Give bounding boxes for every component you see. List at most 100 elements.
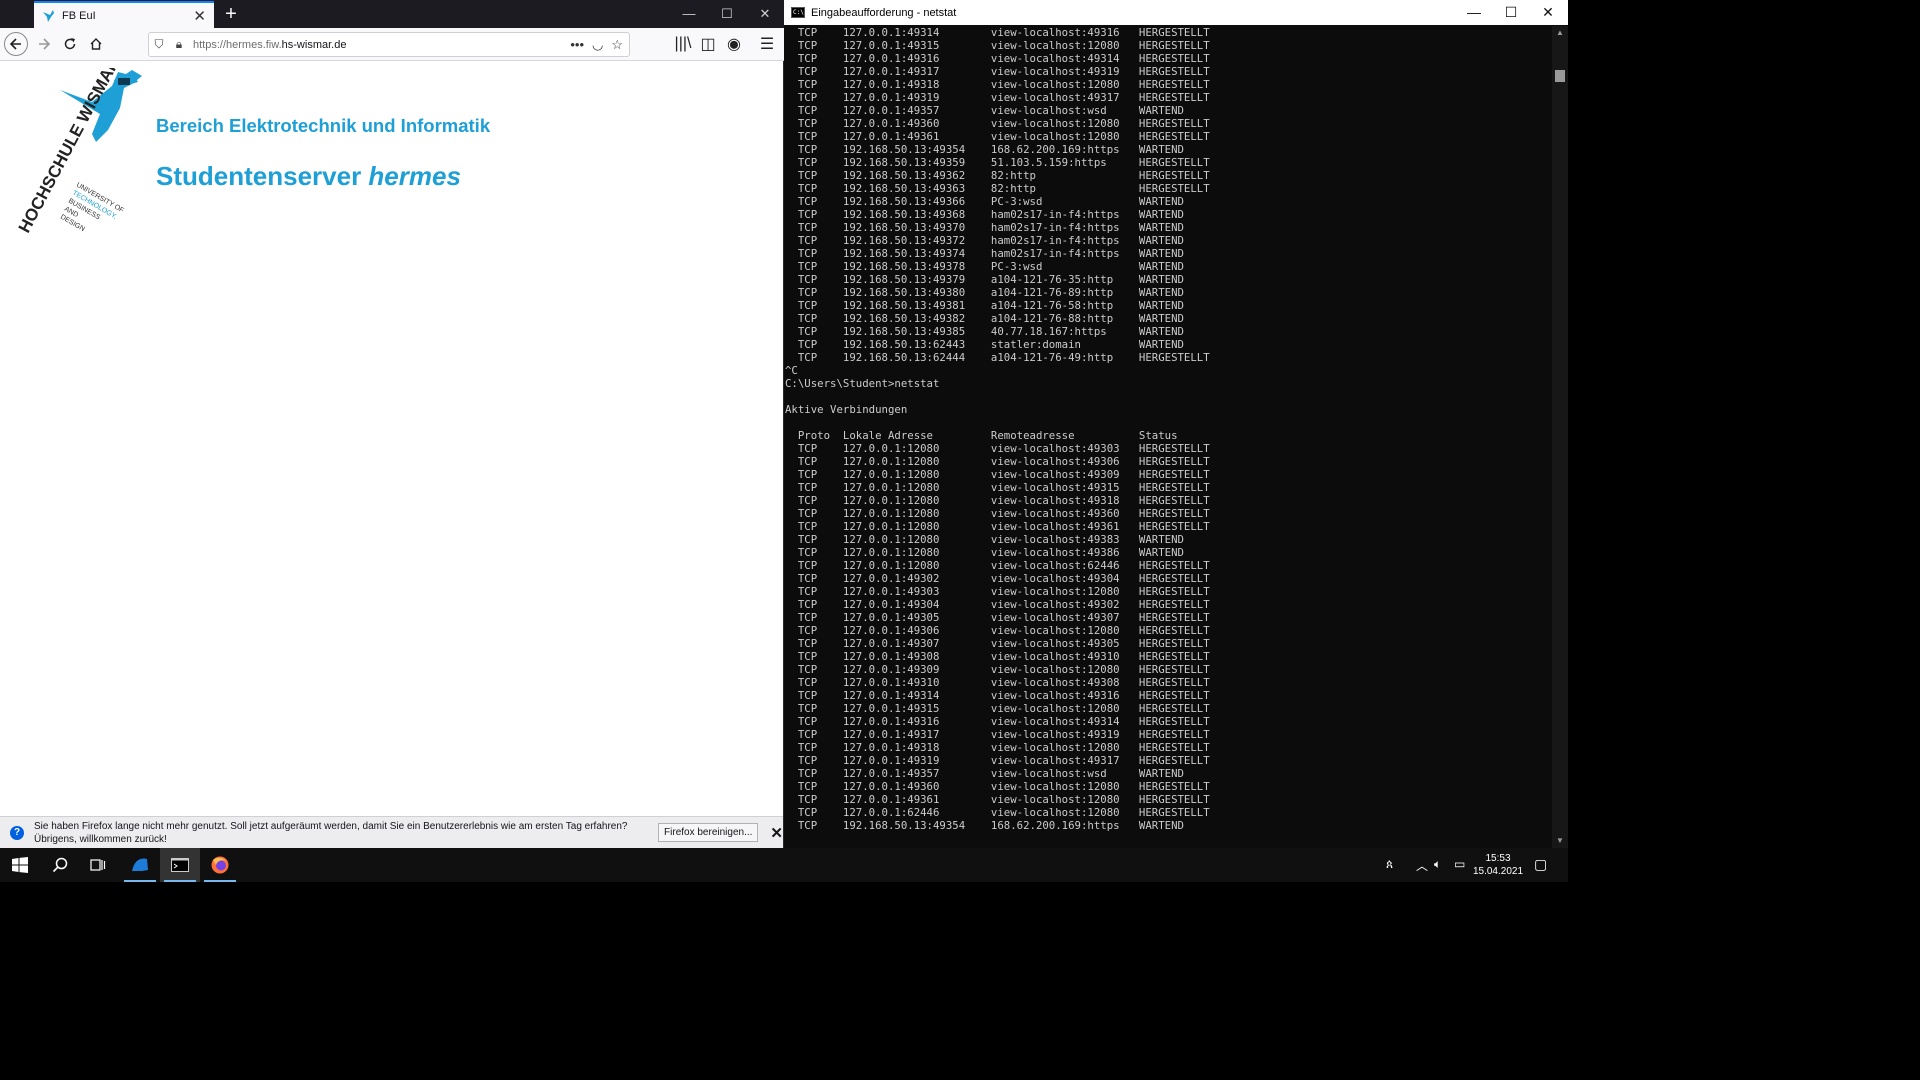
forward-button[interactable] [31, 32, 57, 56]
page-actions-icon[interactable]: ••• [570, 37, 584, 53]
console-line: TCP 127.0.0.1:49361 view-localhost:12080… [785, 130, 1210, 143]
clock[interactable]: 15:53 15.04.2021 [1468, 852, 1528, 878]
url-domain: hs-wismar.de [281, 38, 347, 51]
show-hidden-icons-icon[interactable]: ︿ [1416, 857, 1428, 874]
console-line: TCP 127.0.0.1:49309 view-localhost:12080… [785, 663, 1210, 676]
console-line: TCP 127.0.0.1:49318 view-localhost:12080… [785, 741, 1210, 754]
library-icon: |||\ [674, 35, 692, 52]
network-icon[interactable]: ▭ [1454, 857, 1465, 871]
back-arrow-icon [9, 38, 21, 50]
console-title-bar: C:\ Eingabeaufforderung - netstat — ☐ ✕ [784, 0, 1568, 25]
console-line: TCP 127.0.0.1:49316 view-localhost:49314… [785, 52, 1210, 65]
scroll-down-icon[interactable]: ▼ [1552, 834, 1568, 848]
page-content: HOCHSCHULE WISMAR UNIVERSITY OF TECHNOLO… [0, 62, 783, 816]
back-button[interactable] [4, 32, 28, 56]
bookmark-star-icon[interactable]: ☆ [611, 37, 623, 53]
sidebar-button[interactable]: ◫ [695, 32, 721, 56]
new-tab-button[interactable]: + [220, 3, 242, 25]
console-line: TCP 127.0.0.1:49361 view-localhost:12080… [785, 793, 1210, 806]
console-line: TCP 127.0.0.1:49308 view-localhost:49310… [785, 650, 1210, 663]
pocket-icon[interactable]: ◡ [592, 37, 603, 53]
navigation-toolbar: ⛉ 🔒︎ https://hermes.fiw.hs-wismar.de •••… [0, 28, 784, 61]
console-close-button[interactable]: ✕ [1530, 0, 1566, 25]
command-prompt-window: C:\ Eingabeaufforderung - netstat — ☐ ✕ … [784, 0, 1568, 848]
action-center-icon[interactable]: ▢ [1534, 856, 1547, 873]
console-line: TCP 127.0.0.1:49319 view-localhost:49317… [785, 91, 1210, 104]
console-maximize-button[interactable]: ☐ [1493, 0, 1529, 25]
taskbar-app-cmd[interactable] [160, 848, 200, 882]
taskbar-app-edge[interactable] [120, 848, 160, 882]
task-view-icon [90, 859, 106, 871]
server-title: Studentenserver hermes [156, 161, 461, 192]
url-text[interactable]: https://hermes.fiw.hs-wismar.de [189, 39, 570, 51]
console-line: TCP 192.168.50.13:49379 a104-121-76-35:h… [785, 273, 1184, 286]
console-line: ^C [785, 364, 798, 377]
console-line: TCP 127.0.0.1:12080 view-localhost:49306… [785, 455, 1210, 468]
people-icon[interactable]: ጰ [1386, 857, 1393, 872]
search-icon [52, 857, 68, 873]
start-button[interactable] [0, 848, 40, 882]
library-button[interactable]: |||\ [670, 32, 696, 56]
scroll-thumb[interactable] [1555, 70, 1565, 82]
console-output[interactable]: TCP 127.0.0.1:49314 view-localhost:49316… [785, 26, 1552, 848]
taskbar-app-firefox[interactable] [200, 848, 240, 882]
console-line: TCP 127.0.0.1:49304 view-localhost:49302… [785, 598, 1210, 611]
notification-text: Sie haben Firefox lange nicht mehr genut… [34, 820, 628, 845]
console-line: TCP 192.168.50.13:49385 40.77.18.167:htt… [785, 325, 1184, 338]
console-line: TCP 127.0.0.1:62446 view-localhost:12080… [785, 806, 1210, 819]
clock-time: 15:53 [1485, 853, 1511, 864]
cmd-icon [171, 858, 189, 872]
console-line: TCP 192.168.50.13:49359 51.103.5.159:htt… [785, 156, 1210, 169]
volume-icon[interactable]: 🔈︎ [1434, 857, 1441, 872]
console-line: TCP 192.168.50.13:49380 a104-121-76-89:h… [785, 286, 1184, 299]
favicon-icon [43, 9, 54, 22]
console-line: Aktive Verbindungen [785, 403, 908, 416]
console-line: TCP 127.0.0.1:49305 view-localhost:49307… [785, 611, 1210, 624]
account-icon: ◉ [727, 36, 741, 53]
console-minimize-button[interactable]: — [1456, 0, 1492, 25]
browser-tab[interactable]: FB EuI ✕ [34, 1, 214, 28]
windows-logo-icon [12, 857, 28, 873]
lock-icon[interactable]: 🔒︎ [169, 37, 189, 52]
console-scrollbar[interactable]: ▲ ▼ [1552, 26, 1568, 848]
console-line: TCP 127.0.0.1:49318 view-localhost:12080… [785, 78, 1210, 91]
firefox-refresh-button[interactable]: Firefox bereinigen... [658, 823, 759, 842]
tracking-protection-icon[interactable]: ⛉ [149, 37, 169, 52]
account-button[interactable]: ◉ [721, 32, 747, 56]
hamburger-menu-icon: ☰ [759, 36, 775, 53]
console-line: TCP 192.168.50.13:49370 ham02s17-in-f4:h… [785, 221, 1184, 234]
console-line: TCP 192.168.50.13:49372 ham02s17-in-f4:h… [785, 234, 1184, 247]
sidebar-icon: ◫ [700, 36, 716, 53]
console-line: TCP 127.0.0.1:49317 view-localhost:49319… [785, 728, 1210, 741]
close-window-button[interactable]: ✕ [746, 0, 784, 28]
task-view-button[interactable] [78, 848, 118, 882]
console-line: TCP 127.0.0.1:49302 view-localhost:49304… [785, 572, 1210, 585]
minimize-button[interactable]: — [670, 0, 708, 28]
console-line: TCP 127.0.0.1:49319 view-localhost:49317… [785, 754, 1210, 767]
scroll-up-icon[interactable]: ▲ [1552, 26, 1568, 40]
url-bar[interactable]: ⛉ 🔒︎ https://hermes.fiw.hs-wismar.de •••… [148, 32, 630, 57]
close-notification-icon[interactable]: ✕ [770, 824, 783, 842]
console-line: TCP 192.168.50.13:49354 168.62.200.169:h… [785, 143, 1184, 156]
console-line: TCP 127.0.0.1:12080 view-localhost:62446… [785, 559, 1210, 572]
console-line: TCP 127.0.0.1:12080 view-localhost:49383… [785, 533, 1184, 546]
maximize-button[interactable]: ☐ [708, 0, 746, 28]
console-line: TCP 127.0.0.1:49306 view-localhost:12080… [785, 624, 1210, 637]
console-line: TCP 192.168.50.13:49381 a104-121-76-58:h… [785, 299, 1184, 312]
home-button[interactable] [83, 32, 109, 56]
console-line: TCP 192.168.50.13:49378 PC-3:wsd WARTEND [785, 260, 1184, 273]
taskbar: ጰ ︿ 🔈︎ ▭ 15:53 15.04.2021 ▢ [0, 848, 1568, 882]
notification-bar: ? Sie haben Firefox lange nicht mehr gen… [0, 816, 783, 848]
menu-button[interactable]: ☰ [754, 32, 780, 56]
search-button[interactable] [40, 848, 80, 882]
server-title-text: Studentenserver [156, 161, 369, 191]
close-tab-icon[interactable]: ✕ [193, 7, 206, 25]
console-line: TCP 127.0.0.1:49360 view-localhost:12080… [785, 780, 1210, 793]
console-icon: C:\ [791, 7, 805, 18]
url-prefix: https://hermes.fiw. [193, 38, 282, 51]
firefox-window: FB EuI ✕ + — ☐ ✕ ⛉ 🔒︎ https://hermes.fiw… [0, 0, 784, 848]
console-line: TCP 127.0.0.1:49357 view-localhost:wsd W… [785, 767, 1184, 780]
console-line: TCP 192.168.50.13:49366 PC-3:wsd WARTEND [785, 195, 1184, 208]
console-line: TCP 192.168.50.13:49362 82:http HERGESTE… [785, 169, 1210, 182]
reload-button[interactable] [57, 32, 83, 56]
